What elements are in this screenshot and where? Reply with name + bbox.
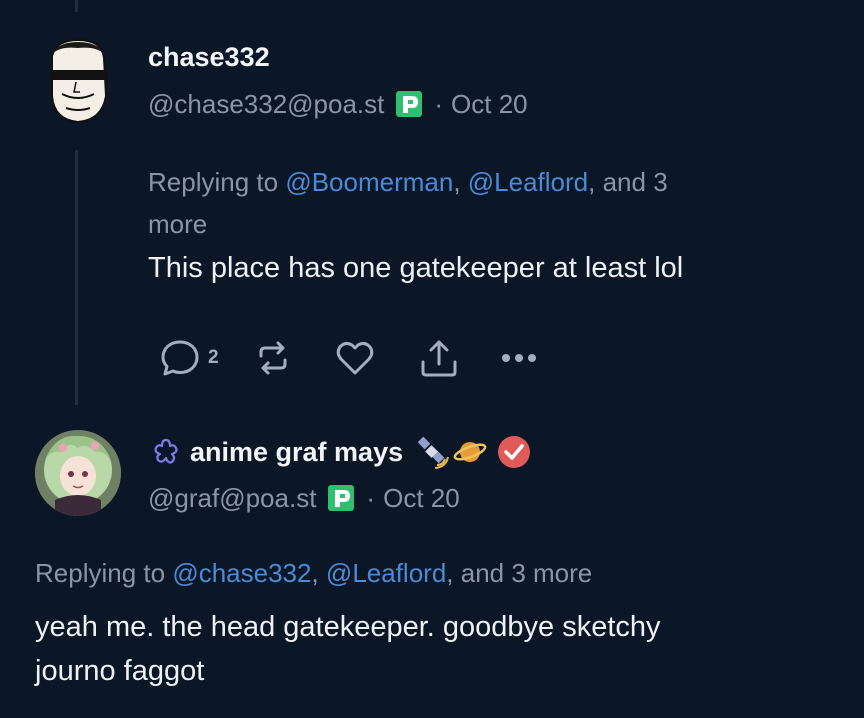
post-date[interactable]: Oct 20 [383, 483, 460, 514]
post-content: This place has one gatekeeper at least l… [148, 252, 684, 284]
replying-to-more[interactable]: more [148, 209, 207, 239]
replying-to: Replying to @chase332, @Leaflord, and 3 … [35, 552, 835, 594]
reply-count: 2 [208, 347, 219, 368]
replying-to-prefix: Replying to [35, 558, 173, 588]
thread-line-top [75, 0, 78, 12]
display-name[interactable]: anime graf mays [190, 437, 403, 468]
replying-to-more[interactable]: , and 3 more [446, 558, 592, 588]
verified-check-icon [498, 436, 531, 468]
repost-button[interactable] [251, 336, 295, 380]
like-button[interactable] [333, 336, 377, 380]
satellite-emoji-icon [417, 436, 450, 469]
poast-p-badge-icon [394, 89, 424, 119]
hand-sign-emoji-icon [154, 438, 178, 464]
share-upload-icon [421, 340, 457, 377]
post-date[interactable]: Oct 20 [451, 89, 528, 120]
content-line: journo faggot [35, 655, 205, 687]
comma: , [453, 167, 468, 197]
ellipsis-icon [501, 354, 536, 362]
avatar-chase332[interactable] [36, 36, 120, 126]
more-options-button[interactable] [497, 336, 541, 380]
avatar-image [35, 430, 121, 516]
separator-dot: · [434, 88, 444, 119]
display-name[interactable]: chase332 [148, 42, 270, 73]
replying-to-suffix[interactable]: , and 3 [588, 167, 668, 197]
repost-arrows-icon [259, 341, 287, 375]
mention-link[interactable]: @chase332 [172, 558, 311, 588]
thread-line-post1 [75, 150, 78, 405]
reply-button[interactable]: 2 [158, 336, 219, 380]
mention-link[interactable]: @Leaflord [326, 558, 446, 588]
replying-to-prefix: Replying to [148, 167, 286, 197]
post-actions: 2 [158, 336, 541, 380]
speech-bubble-icon [161, 340, 199, 376]
handle[interactable]: @graf@poa.st [148, 483, 316, 514]
content-line: yeah me. the head gatekeeper. goodbye sk… [35, 611, 661, 643]
post-content: yeah me. the head gatekeeper. goodbye sk… [35, 605, 855, 693]
display-name-row: anime graf mays [150, 434, 531, 470]
comma: , [311, 558, 326, 588]
separator-dot: · [366, 482, 376, 513]
handle[interactable]: @chase332@poa.st [148, 89, 384, 120]
replying-to: Replying to @Boomerman, @Leaflord, and 3… [148, 161, 788, 245]
ringed-planet-emoji-icon [453, 442, 487, 462]
poast-p-badge-icon [326, 483, 356, 513]
handle-row: @graf@poa.st · Oct 20 [148, 481, 460, 515]
mention-link[interactable]: @Boomerman [285, 167, 453, 197]
handle-row: @chase332@poa.st · Oct 20 [148, 87, 528, 121]
share-button[interactable] [417, 336, 461, 380]
avatar-graf[interactable] [35, 430, 121, 516]
heart-icon [336, 341, 373, 375]
avatar-image [50, 38, 108, 124]
mention-link[interactable]: @Leaflord [468, 167, 588, 197]
